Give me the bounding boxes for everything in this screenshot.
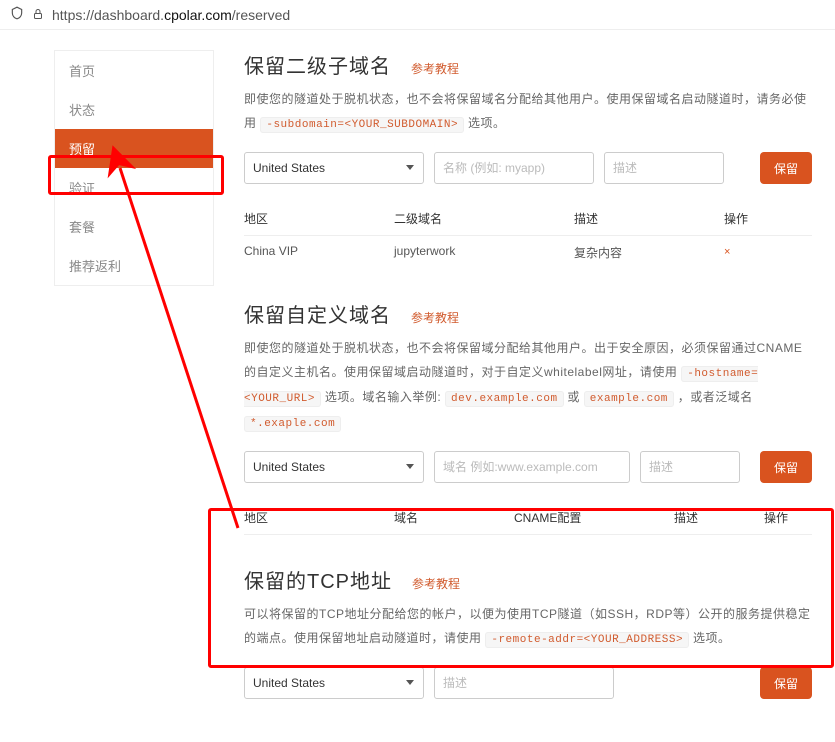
sidebar-item-home[interactable]: 首页 [55,51,213,90]
cell-desc: 复杂内容 [574,244,724,261]
col-region: 地区 [244,509,394,526]
reserve-button[interactable]: 保留 [760,152,812,184]
reference-link[interactable]: 参考教程 [411,60,459,77]
section-tcp: 保留的TCP地址 参考教程 可以将保留的TCP地址分配给您的帐户，以便为使用TC… [244,565,812,699]
section-title: 保留自定义域名 [244,299,391,328]
sidebar-item-reserved[interactable]: 预留 [55,129,213,168]
section-description: 即使您的隧道处于脱机状态，也不会将保留域分配给其他用户。出于安全原因，必须保留通… [244,336,812,435]
desc-input[interactable] [640,451,740,483]
region-select[interactable]: United States [244,451,424,483]
section-custom-domain: 保留自定义域名 参考教程 即使您的隧道处于脱机状态，也不会将保留域分配给其他用户… [244,299,812,535]
section-description: 可以将保留的TCP地址分配给您的帐户，以便为使用TCP隧道（如SSH，RDP等）… [244,602,812,651]
col-domain: 域名 [394,509,514,526]
address-bar: https://dashboard.cpolar.com/reserved [0,0,835,30]
col-desc: 描述 [574,210,724,227]
section-title: 保留二级子域名 [244,50,391,79]
form-row: United States 保留 [244,667,812,699]
col-action: 操作 [764,509,812,526]
col-subdomain: 二级域名 [394,210,574,227]
reference-link[interactable]: 参考教程 [412,575,460,592]
table-header: 地区 二级域名 描述 操作 [244,202,812,236]
region-select[interactable]: United States [244,152,424,184]
code-snippet: -remote-addr=<YOUR_ADDRESS> [485,632,689,648]
section-title: 保留的TCP地址 [244,565,392,594]
sidebar-item-plan[interactable]: 套餐 [55,207,213,246]
sidebar-label: 推荐返利 [69,259,121,274]
desc-input[interactable] [434,667,614,699]
section-description: 即使您的隧道处于脱机状态，也不会将保留域名分配给其他用户。使用保留域名启动隧道时… [244,87,812,136]
code-snippet: example.com [584,391,674,407]
col-region: 地区 [244,210,394,227]
sidebar: 首页 状态 预留 验证 套餐 推荐返利 [54,50,214,286]
sidebar-label: 状态 [69,103,95,118]
domain-input[interactable] [434,451,630,483]
col-desc: 描述 [674,509,764,526]
sidebar-label: 首页 [69,64,95,79]
code-snippet: *.exaple.com [244,416,341,432]
code-snippet: dev.example.com [445,391,564,407]
code-snippet: -subdomain=<YOUR_SUBDOMAIN> [260,117,464,133]
reserve-button[interactable]: 保留 [760,667,812,699]
desc-input[interactable] [604,152,724,184]
shield-icon [10,6,24,23]
sidebar-label: 验证 [69,181,95,196]
table-row: China VIP jupyterwork 复杂内容 × [244,236,812,269]
sidebar-item-referral[interactable]: 推荐返利 [55,246,213,285]
form-row: United States 保留 [244,451,812,483]
region-select[interactable]: United States [244,667,424,699]
cell-region: China VIP [244,244,394,261]
reserve-button[interactable]: 保留 [760,451,812,483]
sidebar-item-verify[interactable]: 验证 [55,168,213,207]
sidebar-item-status[interactable]: 状态 [55,90,213,129]
url-text[interactable]: https://dashboard.cpolar.com/reserved [52,7,290,23]
sidebar-label: 预留 [69,142,95,157]
reference-link[interactable]: 参考教程 [411,309,459,326]
lock-icon [32,7,44,23]
table-header: 地区 域名 CNAME配置 描述 操作 [244,501,812,535]
col-cname: CNAME配置 [514,509,674,526]
sidebar-label: 套餐 [69,220,95,235]
col-action: 操作 [724,210,812,227]
cell-subdomain: jupyterwork [394,244,574,261]
section-subdomain: 保留二级子域名 参考教程 即使您的隧道处于脱机状态，也不会将保留域名分配给其他用… [244,50,812,269]
form-row: United States 保留 [244,152,812,184]
name-input[interactable] [434,152,594,184]
delete-icon[interactable]: × [724,246,730,258]
